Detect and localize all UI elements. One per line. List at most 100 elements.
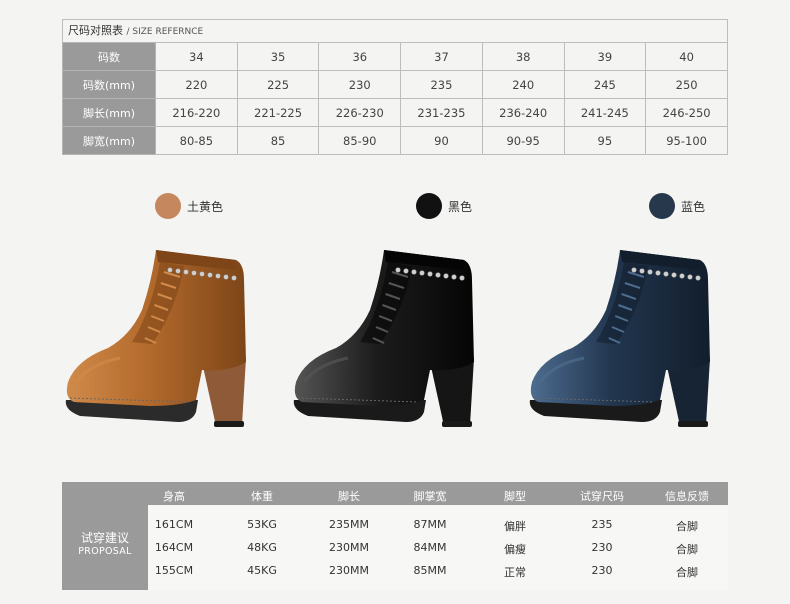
boot-stud: [687, 274, 693, 280]
size-cell: 230: [318, 70, 402, 99]
size-cell: 90: [400, 126, 483, 155]
size-cell: 40: [645, 42, 728, 71]
header-feedback: 信息反馈: [665, 490, 709, 503]
boot-image-blue: [529, 250, 710, 427]
heel-tip: [214, 421, 244, 427]
cell-feedback: 合脚: [676, 543, 698, 556]
cell-foot-length: 230MM: [329, 541, 369, 554]
header-height: 身高: [163, 490, 185, 503]
size-cell: 240: [481, 70, 565, 99]
boot-stud: [631, 267, 637, 273]
size-cell: 236-240: [481, 98, 565, 127]
cell-weight: 48KG: [247, 541, 277, 554]
size-cell: 39: [563, 42, 647, 71]
boot-stud: [183, 269, 189, 275]
size-reference-section: 尺码对照表 / SIZE REFERNCE 码数 34 35 36 37 38 …: [62, 19, 728, 155]
size-cell: 85-90: [318, 126, 402, 155]
boot-stud: [207, 272, 213, 278]
boot-stud: [167, 267, 173, 273]
cell-foot-type: 偏瘦: [504, 543, 526, 556]
boot-image-black: [293, 250, 474, 427]
size-cell: 34: [155, 42, 238, 71]
color-label: 土黄色: [187, 199, 224, 214]
cell-height: 155CM: [154, 564, 194, 577]
boot-stud: [223, 274, 229, 280]
size-cell: 241-245: [563, 98, 647, 127]
size-cell: 225: [236, 70, 320, 99]
cell-feedback: 合脚: [676, 520, 698, 533]
header-foot-length: 脚长: [338, 490, 360, 503]
proposal-label-en: PROPOSAL: [78, 546, 132, 557]
proposal-label-cn: 试穿建议: [80, 531, 129, 545]
cell-try-size: 235: [591, 518, 613, 531]
size-table: 码数 34 35 36 37 38 39 40 码数(mm) 220 225 2…: [62, 42, 728, 155]
heel-tip: [678, 421, 708, 427]
size-row: 码数 34 35 36 37 38 39 40: [62, 42, 728, 71]
cell-foot-type: 正常: [504, 566, 526, 579]
boot-stud: [395, 267, 401, 273]
boot-stud: [411, 269, 417, 275]
cell-foot-length: 235MM: [329, 518, 369, 531]
boot-stud: [435, 272, 441, 278]
boot-stud: [427, 271, 433, 277]
cell-height: 164CM: [154, 541, 194, 554]
size-cell: 35: [236, 42, 320, 71]
header-foot-type: 脚型: [504, 490, 526, 503]
boot-stud: [647, 269, 653, 275]
size-cell: 80-85: [155, 126, 238, 155]
color-label: 黑色: [448, 199, 473, 214]
size-cell: 231-235: [400, 98, 483, 127]
size-cell: 221-225: [236, 98, 320, 127]
cell-height: 161CM: [154, 518, 194, 531]
size-cell: 246-250: [645, 98, 728, 127]
proposal-header-bar: 身高 体重 脚长 脚掌宽 脚型 试穿尺码 信息反馈: [62, 482, 728, 505]
size-cell: 216-220: [155, 98, 238, 127]
size-row: 脚长(mm) 216-220 221-225 226-230 231-235 2…: [62, 98, 728, 127]
size-cell: 38: [481, 42, 565, 71]
header-weight: 体重: [251, 490, 273, 503]
cell-try-size: 230: [591, 541, 613, 554]
size-cell: 90-95: [481, 126, 565, 155]
boot-stud: [175, 268, 181, 274]
boot-stud: [679, 273, 685, 279]
size-cell: 245: [563, 70, 647, 99]
size-row: 脚宽(mm) 80-85 85 85-90 90 90-95 95 95-100: [62, 126, 728, 155]
boot-stud: [655, 270, 661, 276]
boot-stud: [459, 275, 465, 281]
cell-foot-type: 偏胖: [504, 520, 526, 533]
size-row: 码数(mm) 220 225 230 235 240 245 250: [62, 70, 728, 99]
boot-stud: [695, 275, 701, 281]
cell-foot-length: 230MM: [329, 564, 369, 577]
size-cell: 85: [236, 126, 320, 155]
boot-stud: [671, 272, 677, 278]
boot-stud: [663, 271, 669, 277]
cell-foot-width: 85MM: [413, 564, 447, 577]
size-cell: 226-230: [318, 98, 402, 127]
cell-try-size: 230: [591, 564, 613, 577]
cell-foot-width: 84MM: [413, 541, 447, 554]
cell-weight: 45KG: [247, 564, 277, 577]
size-table-title: 尺码对照表 / SIZE REFERNCE: [62, 19, 728, 42]
color-option-tan[interactable]: 土黄色: [155, 193, 223, 219]
boot-image-tan: [65, 250, 246, 427]
size-table-title-cn: 尺码对照表: [68, 24, 123, 37]
color-option-black[interactable]: 黑色: [416, 193, 472, 219]
color-swatch: [649, 193, 675, 219]
header-foot-width: 脚掌宽: [413, 490, 447, 503]
color-label: 蓝色: [681, 199, 706, 214]
row-label: 码数: [62, 42, 156, 71]
size-table-title-en: / SIZE REFERNCE: [126, 27, 204, 37]
boot-stud: [451, 274, 457, 280]
heel-tip: [442, 421, 472, 427]
size-cell: 250: [645, 70, 728, 99]
boot-stud: [443, 273, 449, 279]
boot-stud: [191, 270, 197, 276]
cell-weight: 53KG: [247, 518, 277, 531]
size-cell: 95-100: [645, 126, 728, 155]
color-option-blue[interactable]: 蓝色: [649, 193, 705, 219]
size-cell: 95: [563, 126, 647, 155]
boot-stud: [199, 271, 205, 277]
boot-stud: [215, 273, 221, 279]
cell-feedback: 合脚: [676, 566, 698, 579]
color-swatch: [416, 193, 442, 219]
